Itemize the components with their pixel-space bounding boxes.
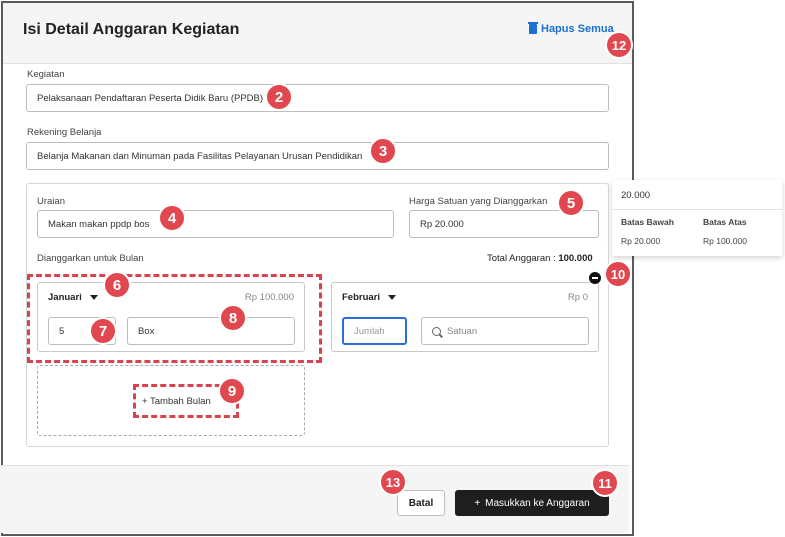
upper-bound-label: Batas Atas [703, 217, 747, 227]
rekening-label: Rekening Belanja [27, 127, 102, 138]
lower-bound-label: Batas Bawah [621, 217, 674, 227]
submit-label: Masukkan ke Anggaran [485, 497, 590, 509]
callout-badge-12: 12 [605, 31, 633, 59]
quantity-input[interactable]: Jumlah [342, 317, 407, 345]
cancel-button[interactable]: Batal [397, 490, 445, 516]
kegiatan-label: Kegiatan [27, 69, 65, 80]
price-range-tooltip: 20.000 Batas Bawah Batas Atas Rp 20.000 … [612, 180, 782, 256]
callout-badge-3: 3 [369, 137, 397, 165]
delete-all-label: Hapus Semua [541, 23, 614, 35]
callout-badge-2: 2 [265, 83, 293, 111]
modal-title: Isi Detail Anggaran Kegiatan [23, 21, 240, 38]
submit-button[interactable]: + Masukkan ke Anggaran [455, 490, 609, 516]
lower-bound-value: Rp 20.000 [621, 236, 661, 246]
callout-badge-13: 13 [379, 468, 407, 496]
callout-badge-7: 7 [89, 317, 117, 345]
uraian-input[interactable]: Makan makan ppdp bos [37, 210, 394, 238]
modal-header: Isi Detail Anggaran Kegiatan Hapus Semua [3, 3, 632, 64]
total-label: Total Anggaran : [487, 253, 556, 264]
tooltip-value: 20.000 [621, 190, 651, 201]
delete-all-button[interactable]: Hapus Semua [528, 22, 614, 35]
remove-month-icon[interactable] [589, 272, 601, 284]
unit-search-input[interactable]: Satuan [421, 317, 589, 345]
callout-badge-10: 10 [604, 260, 632, 288]
chevron-down-icon [388, 295, 397, 300]
month-amount: Rp 0 [567, 292, 588, 303]
month-name: Februari [342, 292, 381, 303]
harga-label: Harga Satuan yang Dianggarkan [409, 196, 548, 207]
unit-placeholder: Satuan [447, 325, 478, 337]
callout-badge-4: 4 [158, 204, 186, 232]
kegiatan-field[interactable]: Pelaksanaan Pendaftaran Peserta Didik Ba… [26, 84, 609, 112]
month-card-februari: Februari Rp 0 Jumlah Satuan [331, 282, 599, 352]
trash-icon [528, 22, 538, 34]
bulan-label: Dianggarkan untuk Bulan [37, 253, 144, 264]
callout-badge-9: 9 [218, 377, 246, 405]
uraian-label: Uraian [37, 196, 65, 207]
plus-icon: + [474, 497, 481, 509]
highlight-januari-card [27, 274, 322, 363]
rekening-field[interactable]: Belanja Makanan dan Minuman pada Fasilit… [26, 142, 609, 170]
total-value: 100.000 [558, 253, 593, 264]
month-select-februari[interactable]: Februari [342, 292, 397, 303]
callout-badge-6: 6 [103, 271, 131, 299]
tooltip-divider [612, 209, 782, 210]
callout-badge-5: 5 [557, 189, 585, 217]
total-anggaran: Total Anggaran : 100.000 [487, 253, 593, 264]
callout-badge-11: 11 [591, 469, 619, 497]
search-icon [432, 326, 441, 336]
upper-bound-value: Rp 100.000 [703, 236, 747, 246]
callout-badge-8: 8 [219, 304, 247, 332]
